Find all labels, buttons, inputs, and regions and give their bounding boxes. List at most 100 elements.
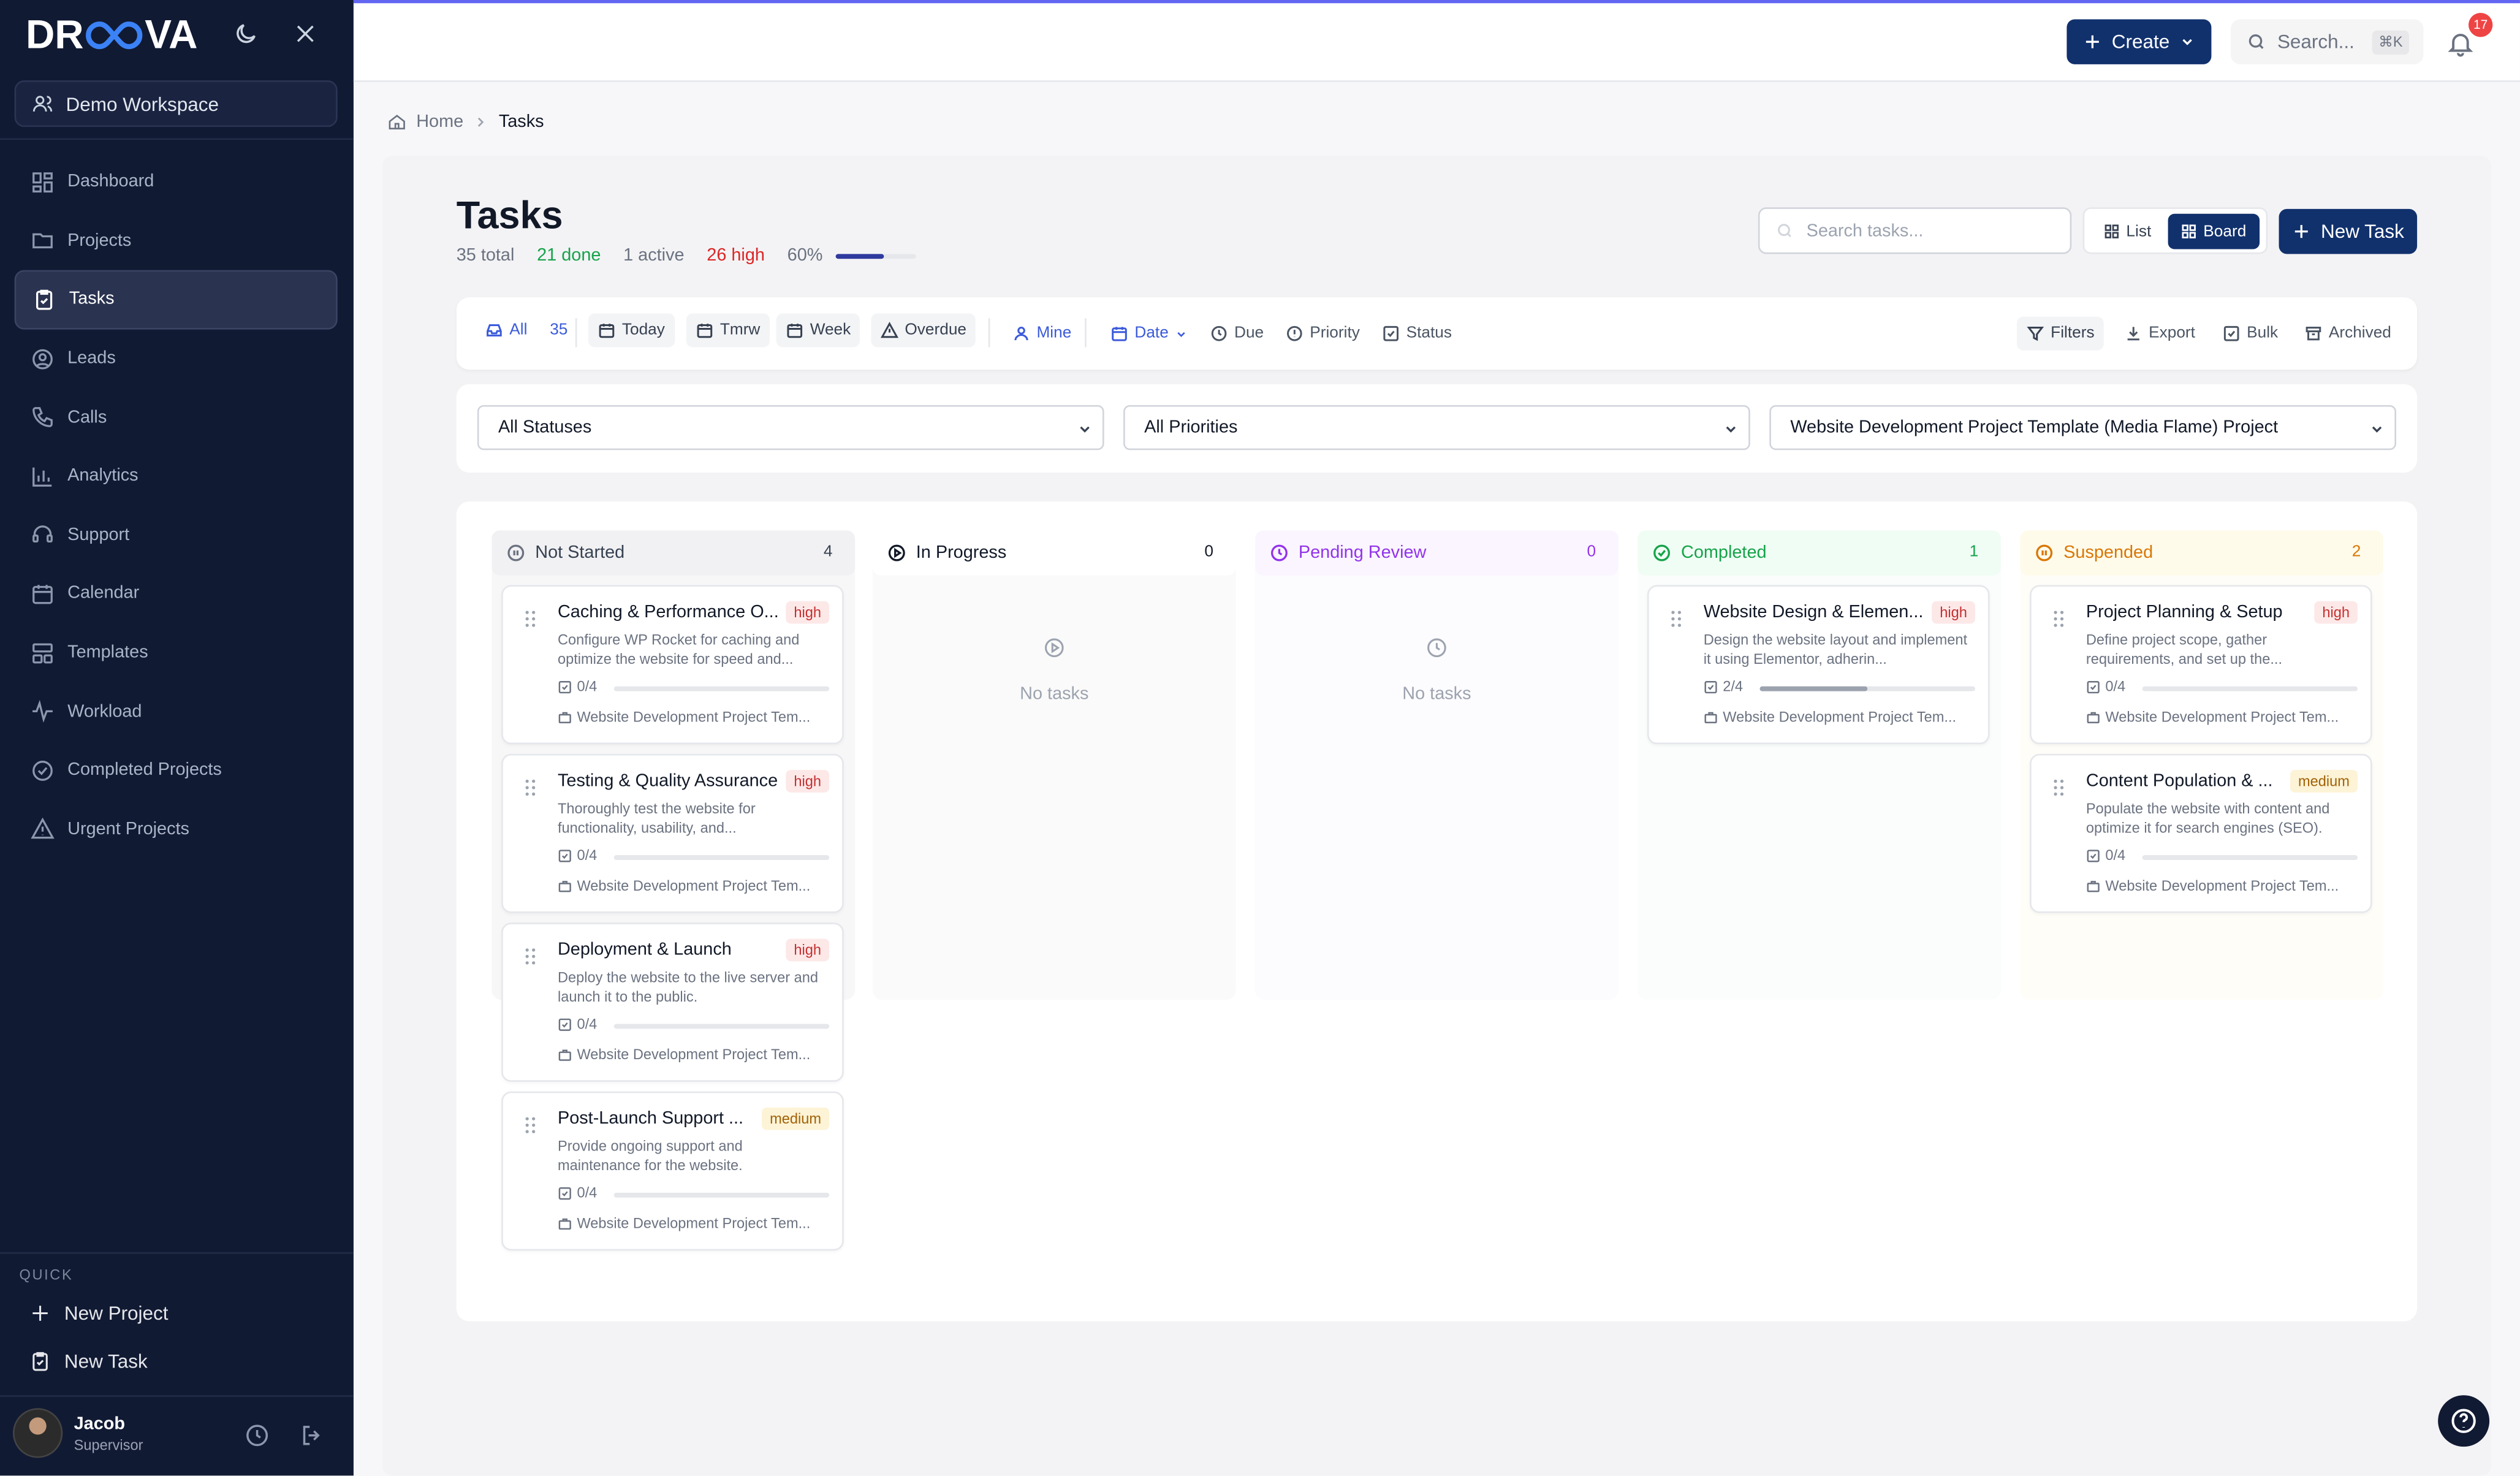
task-project-name: Website Development Project Tem... — [577, 1215, 811, 1231]
plus-icon — [29, 1302, 51, 1325]
sort-due-label: Due — [1234, 324, 1264, 343]
task-card[interactable]: Deployment & Launch high Deploy the webs… — [501, 922, 844, 1082]
drag-handle-icon[interactable] — [1670, 609, 1683, 628]
priority-select-value: All Priorities — [1144, 417, 1238, 438]
filter-tmrw[interactable]: Tmrw — [686, 313, 770, 348]
task-card[interactable]: Website Design & Elemen... high Design t… — [1647, 585, 1990, 745]
task-card[interactable]: Post-Launch Support ... medium Provide o… — [501, 1091, 844, 1251]
task-description: Configure WP Rocket for caching and opti… — [557, 631, 800, 668]
workspace-selector[interactable]: Demo Workspace — [14, 80, 338, 127]
checklist-progress-bar — [1759, 686, 1975, 691]
column-not-started: Not Started 4 Caching & Performance O...… — [491, 530, 856, 1251]
user-profile[interactable]: Jacob Supervisor — [12, 1408, 143, 1458]
history-icon[interactable] — [245, 1423, 270, 1448]
user-icon — [1012, 325, 1030, 343]
filter-all[interactable]: All 35 — [476, 313, 577, 347]
task-project-name: Website Development Project Tem... — [1723, 709, 1957, 725]
grid-icon — [2104, 224, 2120, 240]
help-icon — [2450, 1407, 2478, 1436]
sidebar-item-projects[interactable]: Projects — [15, 211, 338, 270]
task-project: Website Development Project Tem... — [558, 1215, 831, 1231]
dark-mode-icon[interactable] — [233, 21, 262, 50]
task-project-name: Website Development Project Tem... — [2105, 877, 2339, 894]
checklist-count: 0/4 — [2086, 847, 2125, 863]
task-card[interactable]: Testing & Quality Assurance high Thoroug… — [501, 753, 844, 913]
priority-badge: high — [786, 938, 830, 962]
bell-icon[interactable] — [2446, 29, 2475, 58]
task-card[interactable]: Project Planning & Setup high Define pro… — [2030, 585, 2372, 745]
global-search-input[interactable]: Search... ⌘K — [2230, 19, 2424, 64]
drag-handle-icon[interactable] — [524, 609, 537, 628]
warning-icon — [881, 321, 898, 339]
column-count: 0 — [1587, 543, 1596, 561]
sort-status[interactable]: Status — [1373, 317, 1462, 351]
divider — [0, 1252, 354, 1254]
sidebar-item-urgent-projects[interactable]: Urgent Projects — [15, 800, 338, 859]
task-card[interactable]: Caching & Performance O... high Configur… — [501, 585, 844, 745]
quick-new-project-button[interactable]: New Project — [29, 1302, 169, 1325]
quick-new-task-button[interactable]: New Task — [29, 1350, 148, 1373]
checklist-value: 0/4 — [2105, 678, 2126, 694]
archived-button[interactable]: Archived — [2295, 317, 2401, 351]
drag-handle-icon[interactable] — [524, 1116, 537, 1135]
filter-overdue[interactable]: Overdue — [871, 313, 976, 348]
filter-week-label: Week — [810, 321, 851, 340]
checklist-value: 0/4 — [577, 1016, 598, 1032]
help-button[interactable] — [2438, 1395, 2490, 1447]
check-circle-icon — [1652, 543, 1671, 562]
column-count: 4 — [823, 543, 833, 561]
column-count: 0 — [1204, 543, 1213, 561]
project-select[interactable]: Website Development Project Template (Me… — [1769, 405, 2396, 451]
view-board-button[interactable]: Board — [2168, 213, 2260, 249]
search-shortcut: ⌘K — [2372, 29, 2410, 54]
user-circle-icon — [31, 346, 55, 370]
task-description: Design the website layout and implement … — [1703, 631, 1968, 668]
sidebar-item-dashboard[interactable]: Dashboard — [15, 153, 338, 211]
filter-today[interactable]: Today — [588, 313, 675, 348]
filter-mine[interactable]: Mine — [1003, 317, 1081, 351]
status-select[interactable]: All Statuses — [477, 405, 1104, 451]
sidebar-item-label: Urgent Projects — [67, 819, 189, 839]
task-search-input[interactable]: Search tasks... — [1758, 207, 2072, 254]
sidebar-item-workload[interactable]: Workload — [15, 682, 338, 741]
sidebar-item-support[interactable]: Support — [15, 506, 338, 565]
brand-logo[interactable]: DR VA — [26, 12, 198, 57]
sort-date[interactable]: Date — [1101, 317, 1197, 351]
bulk-button[interactable]: Bulk — [2213, 317, 2288, 351]
view-list-button[interactable]: List — [2091, 214, 2164, 249]
plus-icon — [2083, 32, 2102, 51]
inbox-icon — [485, 321, 503, 339]
drag-handle-icon[interactable] — [2052, 778, 2065, 797]
drag-handle-icon[interactable] — [2052, 609, 2065, 628]
filter-all-count: 35 — [550, 321, 568, 340]
sidebar-item-label: Analytics — [67, 466, 139, 486]
sidebar-item-analytics[interactable]: Analytics — [15, 447, 338, 506]
quick-section-label: QUICK — [19, 1266, 74, 1283]
sidebar-item-leads[interactable]: Leads — [15, 329, 338, 388]
priority-select[interactable]: All Priorities — [1123, 405, 1750, 451]
task-project: Website Development Project Tem... — [558, 1046, 831, 1062]
sidebar-item-completed-projects[interactable]: Completed Projects — [15, 741, 338, 800]
clock-icon — [1270, 543, 1289, 562]
filters-button[interactable]: Filters — [2017, 316, 2104, 351]
sort-priority[interactable]: Priority — [1276, 317, 1369, 351]
quick-new-task-label: New Task — [64, 1350, 148, 1373]
sidebar-item-calls[interactable]: Calls — [15, 388, 338, 447]
sort-due[interactable]: Due — [1201, 317, 1273, 351]
export-button[interactable]: Export — [2115, 317, 2205, 351]
new-task-button[interactable]: New Task — [2279, 208, 2418, 254]
drag-handle-icon[interactable] — [524, 778, 537, 797]
checkbox-icon — [2086, 848, 2101, 862]
task-card[interactable]: Content Population & ... medium Populate… — [2030, 753, 2372, 913]
filter-week[interactable]: Week — [776, 313, 861, 348]
create-button[interactable]: Create — [2066, 19, 2212, 64]
drag-handle-icon[interactable] — [524, 947, 537, 966]
column-in-progress: In Progress 0 No tasks — [872, 530, 1236, 1000]
task-title: Deployment & Launch — [557, 940, 732, 960]
sidebar-item-templates[interactable]: Templates — [15, 623, 338, 682]
breadcrumb-home[interactable]: Home — [416, 113, 463, 132]
close-icon[interactable] — [292, 21, 321, 50]
sidebar-item-tasks[interactable]: Tasks — [14, 270, 338, 330]
logout-icon[interactable] — [299, 1423, 325, 1448]
sidebar-item-calendar[interactable]: Calendar — [15, 565, 338, 623]
